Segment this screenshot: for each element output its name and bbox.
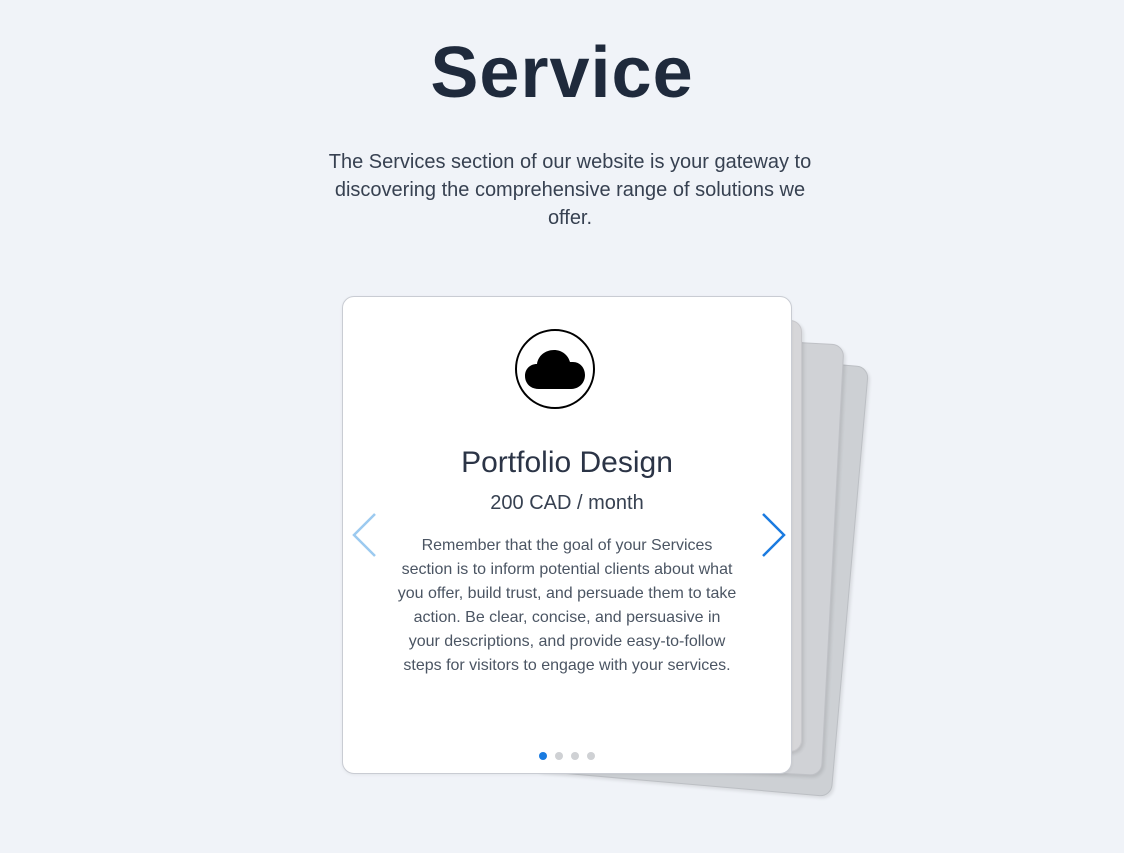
next-slide-button[interactable]: [757, 511, 787, 559]
page-title: Service: [430, 33, 694, 113]
service-price: 200 CAD / month: [490, 492, 644, 514]
service-description: Remember that the goal of your Services …: [397, 537, 737, 674]
chevron-left-icon: [352, 513, 376, 557]
service-title: Portfolio Design: [461, 446, 673, 479]
cloud-icon: [515, 329, 595, 409]
pagination-dot-3[interactable]: [571, 752, 579, 760]
pagination-dot-2[interactable]: [555, 752, 563, 760]
section-intro: The Services section of our website is y…: [328, 151, 812, 229]
carousel-pagination: [343, 752, 791, 760]
service-card: Portfolio Design 200 CAD / month Remembe…: [342, 296, 792, 774]
previous-slide-button[interactable]: [351, 511, 381, 559]
pagination-dot-4[interactable]: [587, 752, 595, 760]
pagination-dot-1[interactable]: [539, 752, 547, 760]
chevron-right-icon: [762, 513, 786, 557]
